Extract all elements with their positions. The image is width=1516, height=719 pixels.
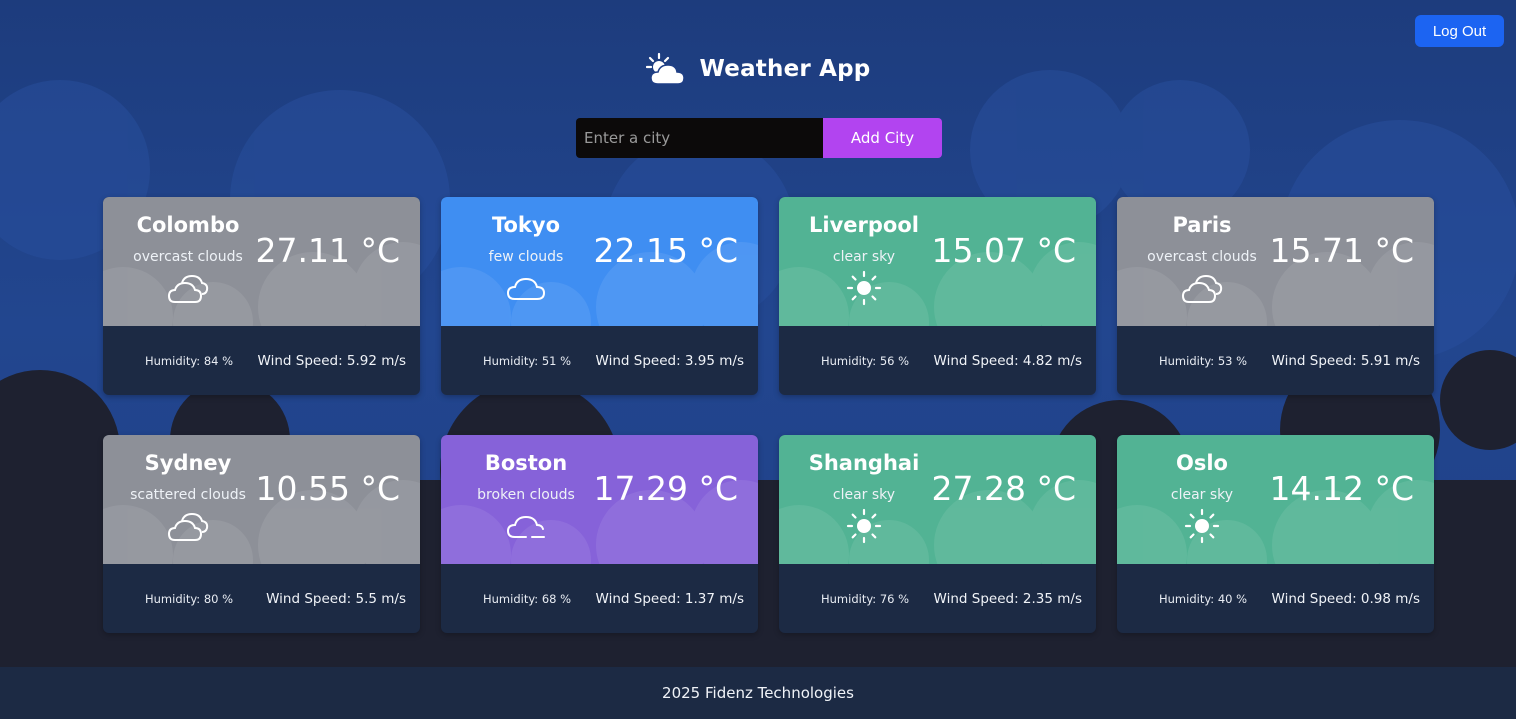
clouds-icon	[166, 271, 210, 305]
humidity: Humidity: 53 %	[1159, 353, 1248, 368]
card-header: Liverpool clear sky 15.07 °C	[779, 197, 1096, 326]
temperature: 17.29 °C	[593, 469, 738, 508]
footer: 2025 Fidenz Technologies	[0, 667, 1516, 719]
wind-speed: Wind Speed: 0.98 m/s	[1271, 590, 1420, 607]
footer-text: 2025 Fidenz Technologies	[662, 684, 854, 702]
clouds-icon	[1180, 271, 1224, 305]
card-header: Oslo clear sky 14.12 °C	[1117, 435, 1434, 564]
city-name: Tokyo	[491, 213, 561, 237]
card-header: Boston broken clouds 17.29 °C	[441, 435, 758, 564]
weather-card[interactable]: Shanghai clear sky 27.28 °C Humidity: 76…	[779, 435, 1096, 633]
temperature: 15.71 °C	[1269, 231, 1414, 270]
card-header: Sydney scattered clouds 10.55 °C	[103, 435, 420, 564]
temperature: 10.55 °C	[255, 469, 400, 508]
humidity: Humidity: 76 %	[821, 591, 910, 606]
temperature: 27.28 °C	[931, 469, 1076, 508]
card-header: Shanghai clear sky 27.28 °C	[779, 435, 1096, 564]
clouds-icon	[166, 509, 210, 543]
wind-speed: Wind Speed: 1.37 m/s	[595, 590, 744, 607]
weather-card[interactable]: Paris overcast clouds 15.71 °C Humidity:…	[1117, 197, 1434, 395]
card-details: Humidity: 84 % Wind Speed: 5.92 m/s	[103, 326, 420, 395]
city-name: Sydney	[144, 451, 232, 475]
sun-icon	[842, 270, 886, 306]
add-city-form: Add City	[576, 118, 942, 158]
humidity: Humidity: 51 %	[483, 353, 572, 368]
app-header: Weather App	[0, 48, 1516, 90]
temperature: 14.12 °C	[1269, 469, 1414, 508]
weather-description: overcast clouds	[1147, 249, 1257, 265]
sun-icon	[1180, 508, 1224, 544]
card-header: Tokyo few clouds 22.15 °C	[441, 197, 758, 326]
weather-card-grid: Colombo overcast clouds 27.11 °C Humidit…	[103, 197, 1434, 633]
weather-card[interactable]: Boston broken clouds 17.29 °C Humidity: …	[441, 435, 758, 633]
wind-speed: Wind Speed: 4.82 m/s	[933, 352, 1082, 369]
sun-behind-cloud-icon	[645, 52, 686, 86]
wind-speed: Wind Speed: 5.91 m/s	[1271, 352, 1420, 369]
weather-card[interactable]: Liverpool clear sky 15.07 °C Humidity: 5…	[779, 197, 1096, 395]
cloud-minus-icon	[504, 509, 548, 543]
weather-description: broken clouds	[477, 487, 575, 503]
city-name: Paris	[1172, 213, 1232, 237]
weather-card[interactable]: Colombo overcast clouds 27.11 °C Humidit…	[103, 197, 420, 395]
weather-card[interactable]: Sydney scattered clouds 10.55 °C Humidit…	[103, 435, 420, 633]
card-details: Humidity: 40 % Wind Speed: 0.98 m/s	[1117, 564, 1434, 633]
card-header: Paris overcast clouds 15.71 °C	[1117, 197, 1434, 326]
wind-speed: Wind Speed: 3.95 m/s	[595, 352, 744, 369]
weather-description: clear sky	[1170, 487, 1234, 503]
city-input[interactable]	[576, 118, 823, 158]
weather-description: clear sky	[832, 249, 896, 265]
humidity: Humidity: 80 %	[145, 591, 234, 606]
wind-speed: Wind Speed: 5.5 m/s	[266, 590, 406, 607]
card-details: Humidity: 68 % Wind Speed: 1.37 m/s	[441, 564, 758, 633]
card-header: Colombo overcast clouds 27.11 °C	[103, 197, 420, 326]
card-details: Humidity: 51 % Wind Speed: 3.95 m/s	[441, 326, 758, 395]
city-name: Shanghai	[808, 451, 920, 475]
logout-button[interactable]: Log Out	[1415, 15, 1504, 47]
city-name: Colombo	[136, 213, 240, 237]
cloud-icon	[504, 271, 548, 305]
city-name: Oslo	[1176, 451, 1228, 475]
humidity: Humidity: 40 %	[1159, 591, 1248, 606]
humidity: Humidity: 56 %	[821, 353, 910, 368]
temperature: 22.15 °C	[593, 231, 738, 270]
weather-card[interactable]: Tokyo few clouds 22.15 °C Humidity: 51 %…	[441, 197, 758, 395]
city-name: Boston	[484, 451, 568, 475]
humidity: Humidity: 68 %	[483, 591, 572, 606]
wind-speed: Wind Speed: 5.92 m/s	[257, 352, 406, 369]
page-title: Weather App	[699, 56, 871, 82]
temperature: 15.07 °C	[931, 231, 1076, 270]
card-details: Humidity: 76 % Wind Speed: 2.35 m/s	[779, 564, 1096, 633]
weather-description: few clouds	[488, 249, 564, 265]
weather-card[interactable]: Oslo clear sky 14.12 °C Humidity: 40 % W…	[1117, 435, 1434, 633]
weather-description: overcast clouds	[133, 249, 243, 265]
weather-description: scattered clouds	[130, 487, 246, 503]
card-details: Humidity: 56 % Wind Speed: 4.82 m/s	[779, 326, 1096, 395]
card-details: Humidity: 53 % Wind Speed: 5.91 m/s	[1117, 326, 1434, 395]
add-city-button[interactable]: Add City	[823, 118, 942, 158]
wind-speed: Wind Speed: 2.35 m/s	[933, 590, 1082, 607]
weather-description: clear sky	[832, 487, 896, 503]
temperature: 27.11 °C	[255, 231, 400, 270]
sun-icon	[842, 508, 886, 544]
city-name: Liverpool	[809, 213, 919, 237]
humidity: Humidity: 84 %	[145, 353, 234, 368]
card-details: Humidity: 80 % Wind Speed: 5.5 m/s	[103, 564, 420, 633]
